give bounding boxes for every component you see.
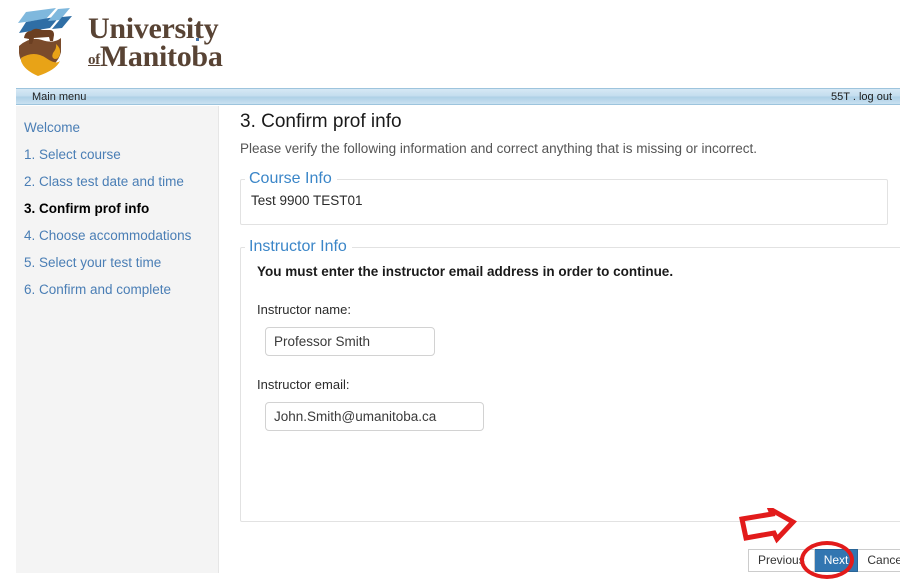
sidebar-item-select-test-time[interactable]: 5. Select your test time (16, 249, 218, 276)
course-info-panel: Course Info Test 9900 TEST01 (240, 169, 888, 225)
instructor-email-input[interactable] (265, 402, 484, 431)
instructor-name-label: Instructor name: (257, 302, 351, 317)
sidebar-item-class-test-date[interactable]: 2. Class test date and time (16, 168, 218, 195)
main-menu-link[interactable]: Main menu (32, 90, 86, 105)
brand-word-manitoba: ofManitoba (88, 40, 223, 73)
sidebar-item-welcome[interactable]: Welcome (16, 114, 218, 141)
brand-word-manitoba-text: Manitoba (99, 40, 223, 73)
previous-button[interactable]: Previous (748, 549, 815, 572)
instructor-info-legend: Instructor Info (249, 238, 347, 255)
course-code-text: Test 9900 TEST01 (251, 193, 363, 208)
sidebar-item-choose-accommodations[interactable]: 4. Choose accommodations (16, 222, 218, 249)
course-info-legend: Course Info (249, 170, 332, 187)
wizard-button-group: Previous Next Cancel (748, 549, 900, 572)
cancel-button[interactable]: Cancel (858, 549, 900, 572)
instructor-name-field-group: Instructor name: (253, 281, 900, 356)
instructor-email-label: Instructor email: (257, 377, 350, 392)
page-title: 3. Confirm prof info (240, 111, 402, 132)
menu-bar: Main menu 55T . log out (16, 88, 900, 105)
instructor-email-field-group: Instructor email: (253, 356, 900, 431)
instructor-info-body: You must enter the instructor email addr… (241, 257, 900, 431)
instructor-email-required-warning: You must enter the instructor email addr… (257, 264, 674, 279)
brand-decorative-dot (196, 38, 199, 41)
session-logout-link[interactable]: 55T . log out (831, 90, 892, 105)
brand-lockup: University ofManitoba (12, 6, 223, 78)
main-content: 3. Confirm prof info Please verify the f… (232, 106, 900, 573)
sidebar-item-select-course[interactable]: 1. Select course (16, 141, 218, 168)
sidebar-item-confirm-prof-info[interactable]: 3. Confirm prof info (16, 195, 218, 222)
sidebar-item-confirm-complete[interactable]: 6. Confirm and complete (16, 276, 218, 303)
brand-wordmark: University ofManitoba (88, 11, 223, 73)
brand-word-of: of (88, 52, 100, 68)
brand-header: University ofManitoba (0, 0, 900, 86)
course-info-body: Test 9900 TEST01 (241, 189, 887, 210)
sidebar-navigation: Welcome 1. Select course 2. Class test d… (16, 106, 219, 573)
instructor-name-input[interactable] (265, 327, 435, 356)
next-button[interactable]: Next (814, 549, 859, 572)
instructor-info-panel: Instructor Info You must enter the instr… (240, 237, 900, 522)
brand-word-university: University (88, 11, 219, 45)
application-page: University ofManitoba Main menu 55T . lo… (0, 0, 900, 580)
page-subtitle: Please verify the following information … (240, 141, 757, 156)
umanitoba-bison-shield-logo (18, 8, 72, 76)
